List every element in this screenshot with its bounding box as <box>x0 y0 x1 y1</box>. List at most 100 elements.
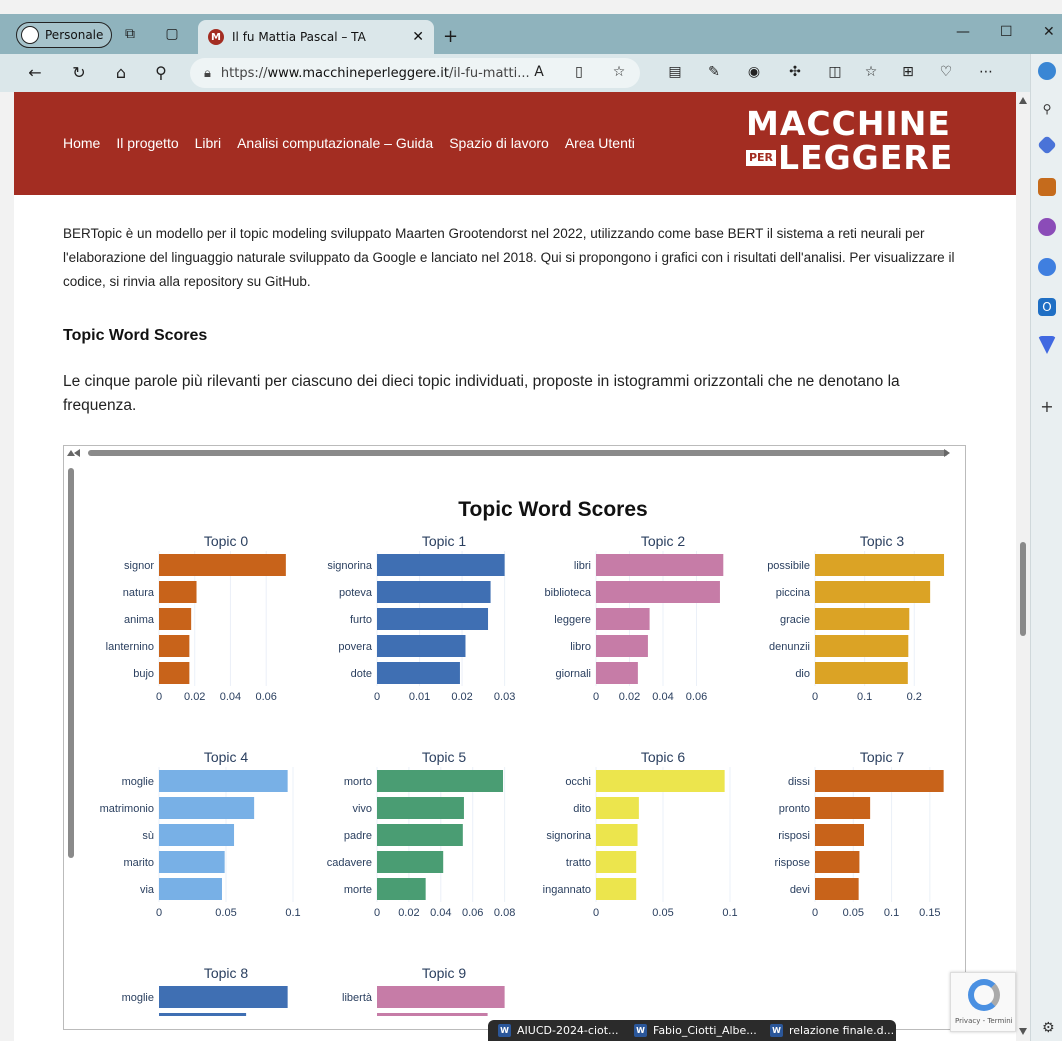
y-tick-label: risposi <box>778 830 810 842</box>
games-icon[interactable] <box>1038 258 1056 276</box>
y-tick-label: giornali <box>556 668 591 680</box>
nav-item-home[interactable]: Home <box>63 135 100 151</box>
bar <box>815 554 945 576</box>
y-tick-label: signorina <box>546 830 592 842</box>
new-tab-button[interactable]: + <box>443 26 458 47</box>
split-screen-icon[interactable]: ◫ <box>826 64 844 80</box>
extension-note-icon[interactable]: ▤ <box>666 64 684 80</box>
drop-icon[interactable] <box>1038 336 1056 354</box>
maximize-icon[interactable]: ☐ <box>1000 24 1013 40</box>
y-tick-label: denunzii <box>769 641 810 653</box>
y-tick-label: rispose <box>775 857 810 869</box>
home-icon[interactable]: ⌂ <box>112 64 130 82</box>
x-tick-label: 0.1 <box>285 907 300 919</box>
outlook-icon[interactable]: O <box>1038 298 1056 316</box>
page-vertical-scrollbar[interactable] <box>1016 92 1030 1041</box>
y-tick-label: sù <box>142 830 154 842</box>
refresh-icon[interactable]: ↻ <box>70 64 88 82</box>
collections-icon[interactable]: ⊞ <box>899 64 917 80</box>
y-tick-label: anima <box>124 614 155 626</box>
add-sidebar-app-icon[interactable]: + <box>1038 398 1056 416</box>
workspaces-icon[interactable]: ⧉ <box>122 26 138 42</box>
bar <box>377 770 504 792</box>
tab-close-icon[interactable]: ✕ <box>412 29 424 45</box>
bar <box>159 581 197 603</box>
nav-item-libri[interactable]: Libri <box>195 135 221 151</box>
favorites-icon[interactable]: ☆ <box>862 64 880 80</box>
briefcase-icon[interactable] <box>1038 178 1056 196</box>
x-tick-label: 0.02 <box>398 907 419 919</box>
star-icon[interactable]: ☆ <box>610 64 628 80</box>
immersive-reader-icon[interactable]: ▯ <box>570 64 588 80</box>
copilot-icon[interactable] <box>1038 62 1056 80</box>
read-aloud-icon[interactable]: A <box>530 64 548 80</box>
sidebar-search-icon[interactable]: ⚲ <box>1038 100 1056 118</box>
profile-avatar-icon <box>21 26 39 44</box>
x-tick-label: 0.02 <box>184 691 205 703</box>
y-tick-label: signor <box>124 560 154 572</box>
tag-icon[interactable] <box>1037 135 1057 155</box>
y-tick-label: furto <box>350 614 372 626</box>
nav-item-area-utenti[interactable]: Area Utenti <box>565 135 635 151</box>
subplot-title: Topic 3 <box>860 533 905 549</box>
y-tick-label: libertà <box>342 992 373 1004</box>
settings-gear-icon[interactable]: ⚙ <box>1042 1020 1055 1036</box>
y-tick-label: possibile <box>767 560 810 572</box>
tab-actions-icon[interactable]: ▢ <box>164 26 180 42</box>
bar <box>377 1013 488 1016</box>
taskbar-window-1[interactable]: W AIUCD-2024-ciot... <box>488 1020 624 1041</box>
bar <box>377 581 491 603</box>
edge-sidebar: ⚲ O + <box>1030 54 1062 1041</box>
back-arrow-icon[interactable]: ← <box>26 64 44 82</box>
x-tick-label: 0.1 <box>857 691 872 703</box>
y-tick-label: occhi <box>565 776 591 788</box>
bar <box>159 1013 247 1016</box>
plot-iframe[interactable]: Topic Word Scores Topic 0 0 0.02 0.04 0.06 sig… <box>63 445 966 1030</box>
x-tick-label: 0.05 <box>843 907 864 919</box>
recaptcha-badge[interactable]: Privacy - Termini <box>950 972 1016 1032</box>
recaptcha-text[interactable]: Privacy - Termini <box>955 1017 1013 1025</box>
lock-icon[interactable]: 🔒︎ <box>204 66 211 81</box>
nav-item-analisi[interactable]: Analisi computazionale – Guida <box>237 135 433 151</box>
tab-title: Il fu Mattia Pascal – TA <box>232 30 366 44</box>
plot-horizontal-scrollbar[interactable] <box>64 446 966 460</box>
browser-essentials-icon[interactable]: ♡ <box>937 64 955 80</box>
y-tick-label: gracie <box>780 614 810 626</box>
people-icon[interactable] <box>1038 218 1056 236</box>
nav-item-spazio-lavoro[interactable]: Spazio di lavoro <box>449 135 549 151</box>
section-heading: Topic Word Scores <box>63 327 208 344</box>
bar <box>377 797 464 819</box>
taskbar-window-3[interactable]: W relazione finale.d... <box>760 1020 896 1041</box>
y-tick-label: dote <box>351 668 372 680</box>
site-logo[interactable]: MACCHINE PER LEGGERE <box>746 106 968 176</box>
bar <box>159 608 192 630</box>
extension-grammarly-icon[interactable]: ◉ <box>745 64 763 80</box>
more-menu-icon[interactable]: ⋯ <box>977 64 995 80</box>
bar <box>596 581 720 603</box>
active-tab[interactable]: M Il fu Mattia Pascal – TA ✕ <box>198 20 434 54</box>
site-header: Home Il progetto Libri Analisi computazi… <box>14 92 1016 195</box>
close-window-icon[interactable]: ✕ <box>1043 24 1055 40</box>
search-icon[interactable]: ⚲ <box>152 64 170 82</box>
y-tick-label: dissi <box>788 776 810 788</box>
bar <box>815 608 910 630</box>
x-tick-label: 0 <box>812 907 818 919</box>
extension-feather-icon[interactable]: ✎ <box>705 64 723 80</box>
plot-vertical-scrollbar[interactable] <box>64 446 78 1016</box>
bar <box>596 797 639 819</box>
y-tick-label: poteva <box>339 587 373 599</box>
nav-item-progetto[interactable]: Il progetto <box>116 135 178 151</box>
bar <box>159 554 286 576</box>
y-tick-label: morte <box>344 884 372 896</box>
x-tick-label: 0.06 <box>255 691 276 703</box>
profile-button[interactable]: Personale <box>16 22 113 48</box>
extensions-puzzle-icon[interactable]: ✣ <box>786 64 804 80</box>
tab-favicon-icon: M <box>208 29 224 45</box>
y-tick-label: signorina <box>327 560 373 572</box>
taskbar-window-2[interactable]: W Fabio_Ciotti_Albe... <box>624 1020 760 1041</box>
x-tick-label: 0.05 <box>652 907 673 919</box>
y-tick-label: moglie <box>122 992 154 1004</box>
y-tick-label: pronto <box>779 803 810 815</box>
minimize-icon[interactable]: — <box>956 24 970 40</box>
x-tick-label: 0.1 <box>722 907 737 919</box>
